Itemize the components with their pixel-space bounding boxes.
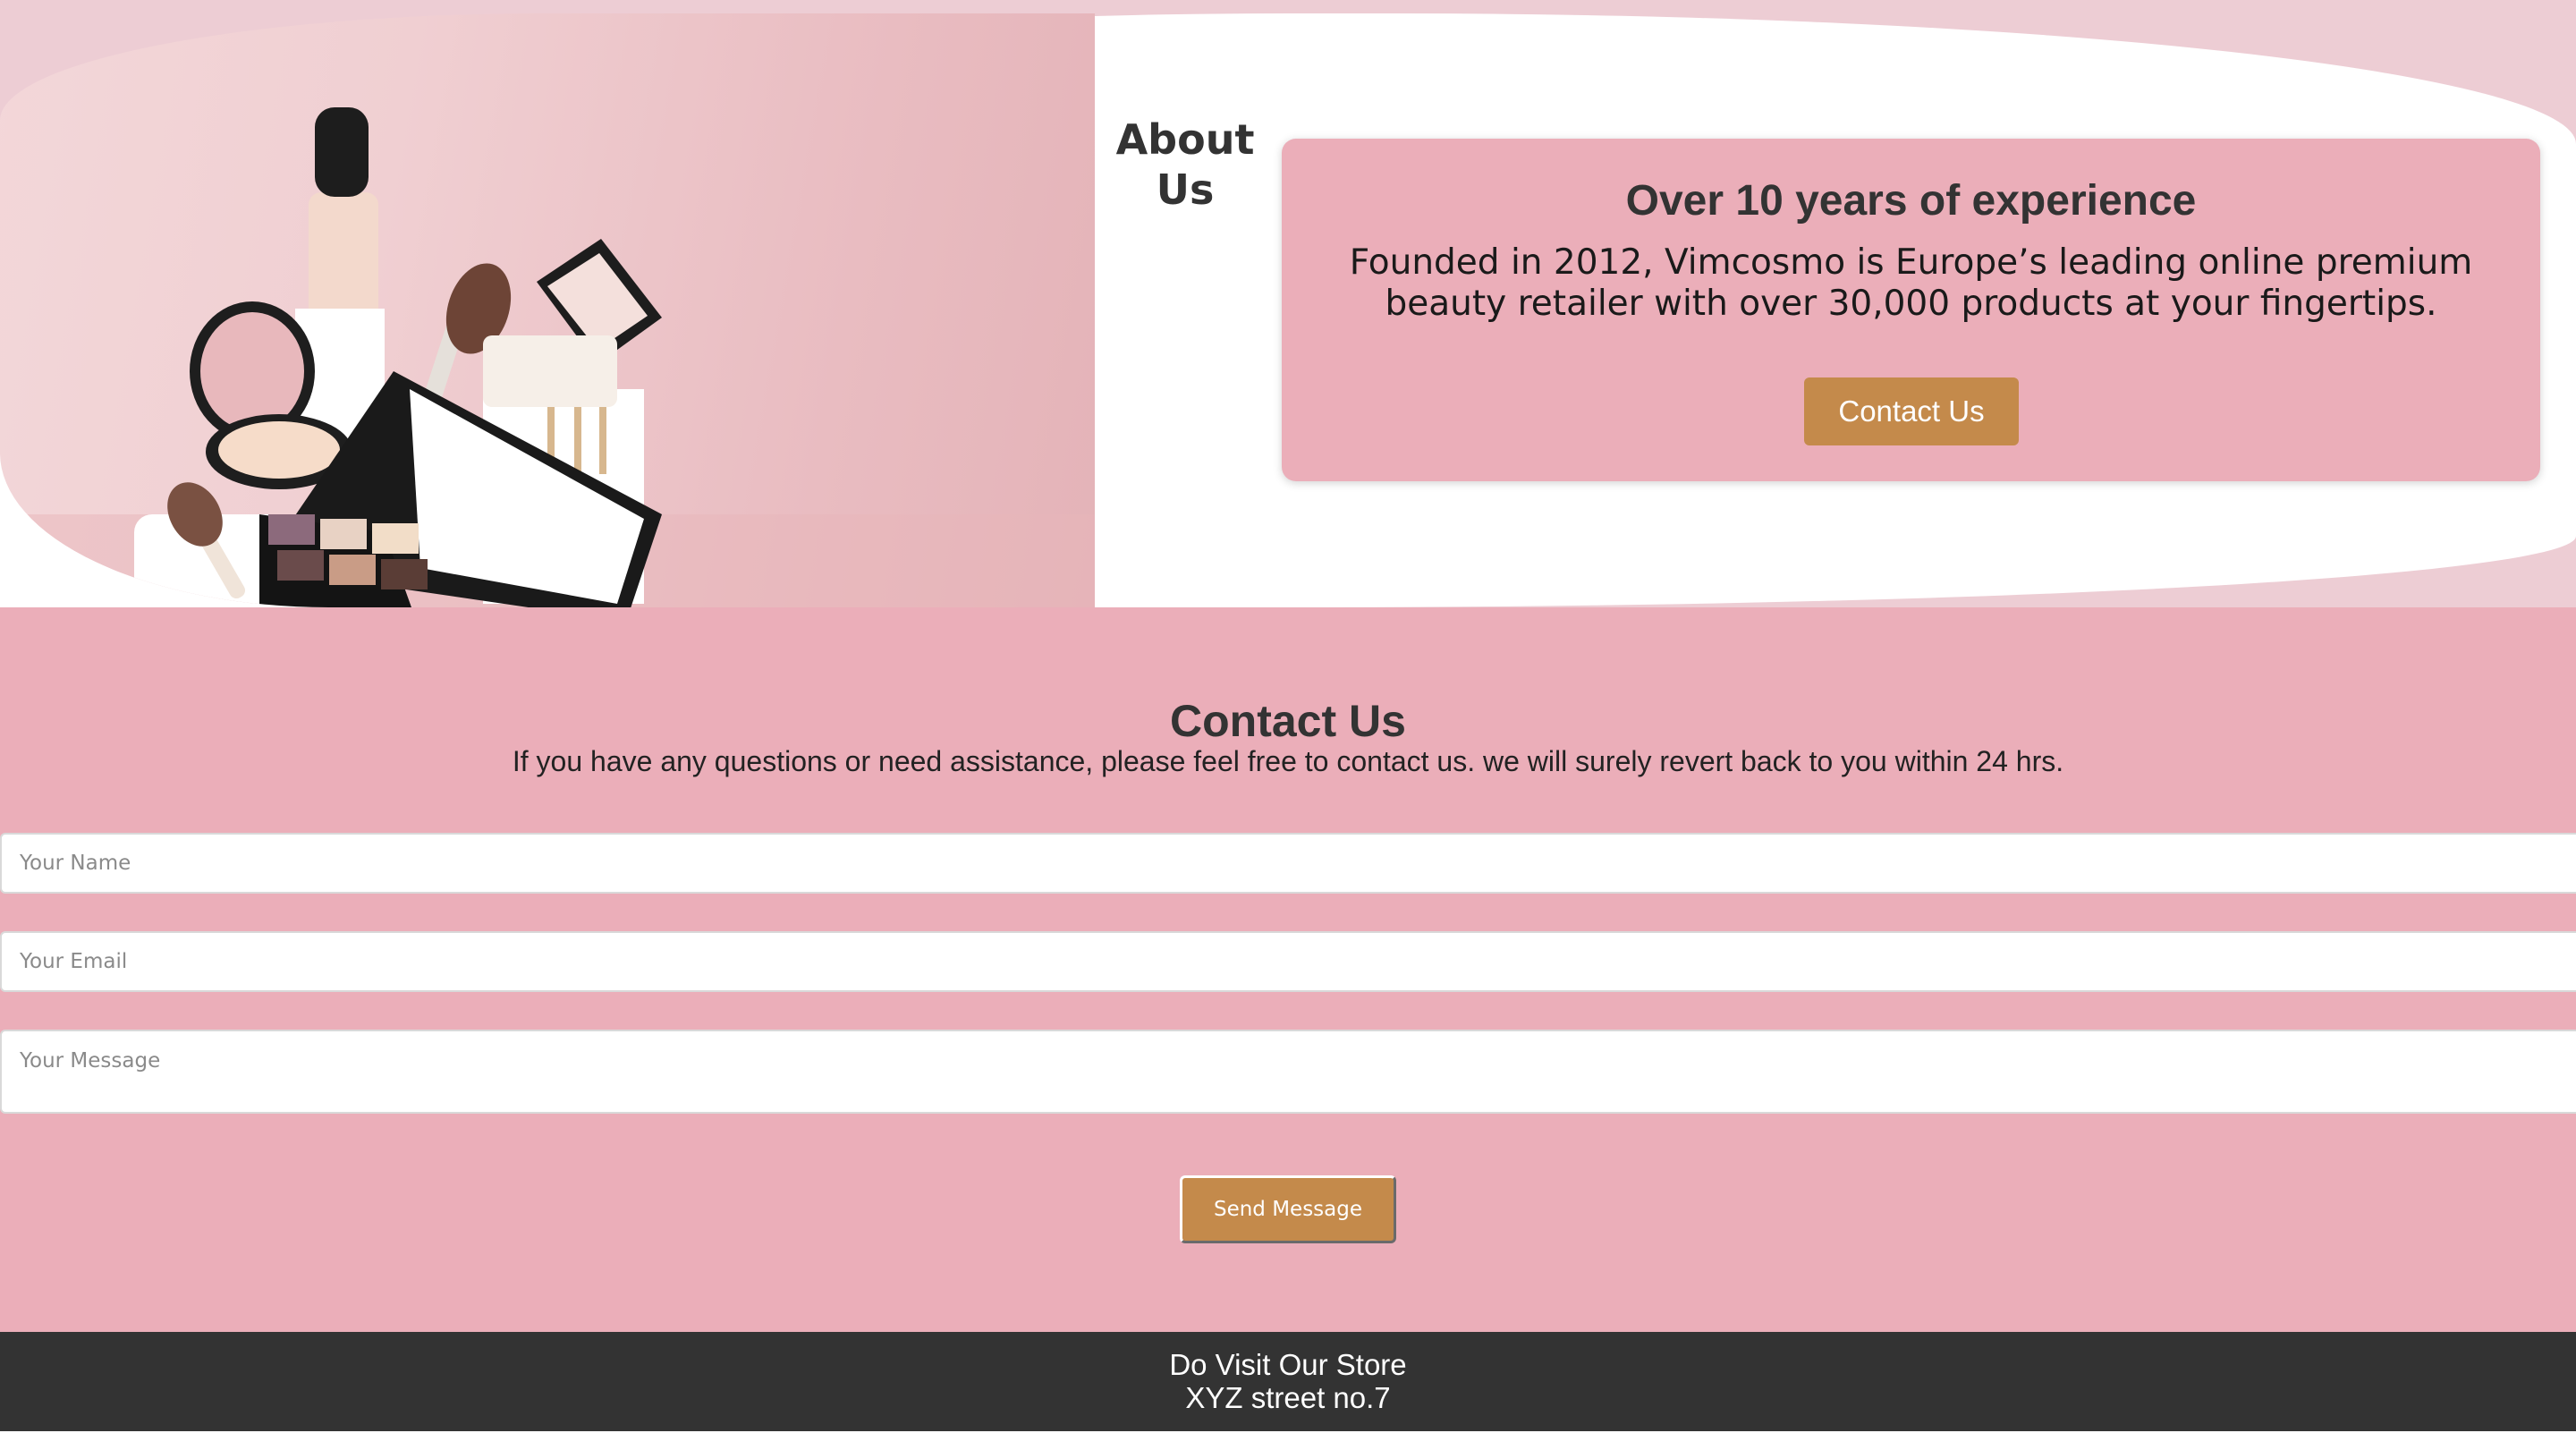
message-textarea[interactable] — [0, 1030, 2576, 1114]
about-section: About Us Over 10 years of experience Fou… — [0, 0, 2576, 607]
contact-intro: If you have any questions or need assist… — [512, 745, 2064, 777]
contact-title: Contact Us — [1170, 696, 1406, 746]
send-message-button[interactable]: Send Message — [1180, 1175, 1396, 1243]
footer-store-label: Do Visit Our Store — [1169, 1348, 1407, 1381]
cosmetics-products-image — [0, 13, 1095, 607]
experience-heading: Over 10 years of experience — [1625, 177, 2197, 225]
contact-section: Contact Us If you have any questions or … — [0, 607, 2576, 1332]
footer: Do Visit Our Store XYZ street no.7 — [0, 1332, 2576, 1431]
name-input[interactable] — [0, 833, 2576, 894]
email-input[interactable] — [0, 931, 2576, 992]
experience-description: Founded in 2012, Vimcosmo is Europe’s le… — [1349, 242, 2473, 324]
experience-card: Over 10 years of experience Founded in 2… — [1282, 139, 2540, 481]
about-title: About Us — [1115, 115, 1255, 214]
contact-us-button[interactable]: Contact Us — [1804, 377, 2019, 445]
footer-address: XYZ street no.7 — [1185, 1381, 1391, 1414]
